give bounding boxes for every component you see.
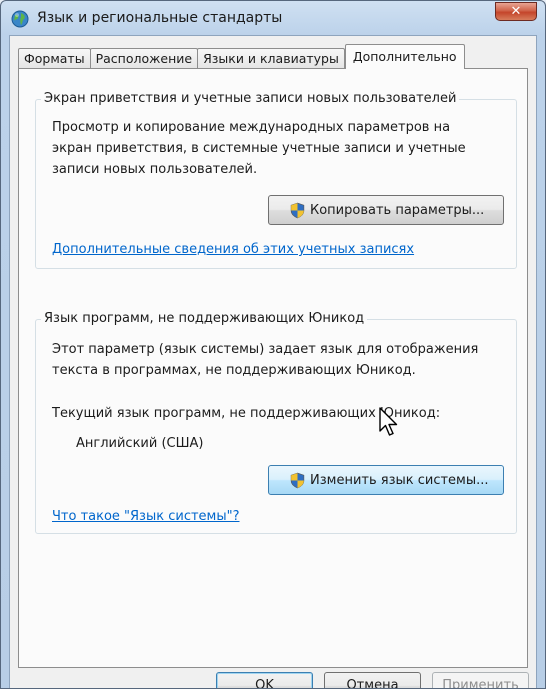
system-locale-help-link[interactable]: Что такое "Язык системы"? <box>52 509 239 524</box>
current-language-label: Текущий язык программ, не поддерживающих… <box>52 406 441 421</box>
uac-shield-icon <box>290 202 305 218</box>
copy-settings-label: Копировать параметры... <box>310 202 485 218</box>
close-button[interactable]: ✕ <box>495 2 537 21</box>
current-language-value: Английский (США) <box>76 436 204 451</box>
ok-button[interactable]: OK <box>216 672 313 688</box>
copy-settings-button[interactable]: Копировать параметры... <box>268 195 504 225</box>
change-system-locale-button[interactable]: Изменить язык системы... <box>268 465 504 495</box>
change-system-locale-label: Изменить язык системы... <box>310 472 489 488</box>
tab-formats[interactable]: Форматы <box>18 48 91 69</box>
accounts-info-link[interactable]: Дополнительные сведения об этих учетных … <box>52 242 414 257</box>
welcome-screen-group: Экран приветствия и учетные записи новых… <box>35 91 517 269</box>
apply-button[interactable]: Применить <box>432 672 529 688</box>
uac-shield-icon <box>290 472 305 488</box>
tab-location[interactable]: Расположение <box>89 48 199 69</box>
dialog-client-area: Форматы Расположение Языки и клавиатуры … <box>9 35 537 688</box>
welcome-group-title: Экран приветствия и учетные записи новых… <box>41 91 460 106</box>
nonunicode-group-title: Язык программ, не поддерживающих Юникод <box>41 311 368 326</box>
tab-panel-administrative: Экран приветствия и учетные записи новых… <box>18 68 528 668</box>
dialog-window: Язык и региональные стандарты ✕ Форматы … <box>0 0 546 689</box>
title-bar[interactable]: Язык и региональные стандарты ✕ <box>1 1 545 35</box>
nonunicode-group: Язык программ, не поддерживающих Юникод … <box>35 311 517 534</box>
cancel-button[interactable]: Отмена <box>324 672 421 688</box>
window-title: Язык и региональные стандарты <box>37 10 283 26</box>
tab-administrative[interactable]: Дополнительно <box>344 44 465 69</box>
globe-icon <box>11 10 29 28</box>
tab-strip: Форматы Расположение Языки и клавиатуры … <box>18 43 465 69</box>
mouse-pointer-icon <box>379 407 398 436</box>
tab-languages-keyboards[interactable]: Языки и клавиатуры <box>197 48 345 69</box>
nonunicode-group-description: Этот параметр (язык системы) задает язык… <box>52 342 479 378</box>
welcome-group-description: Просмотр и копирование международных пар… <box>52 120 466 177</box>
